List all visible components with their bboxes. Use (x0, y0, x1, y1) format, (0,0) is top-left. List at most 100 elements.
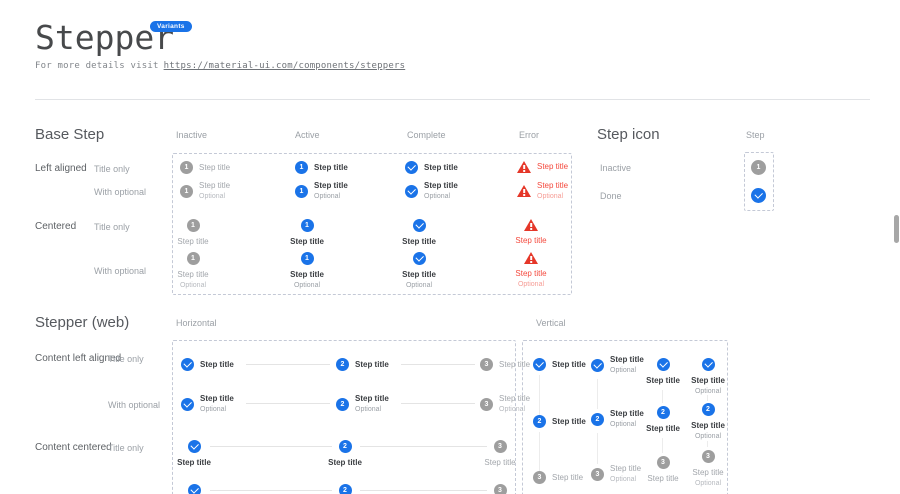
stepper-step-complete-centered: Step title (161, 440, 227, 468)
check-icon (657, 358, 670, 371)
optional-label: Optional (499, 406, 530, 414)
check-icon (591, 359, 604, 372)
step-number-icon: 3 (702, 450, 715, 463)
optional-label: Optional (200, 406, 234, 414)
column-header-inactive: Inactive (176, 130, 207, 140)
step-inactive-optional: 1 Step title Optional (180, 181, 230, 201)
row-label-left-aligned: Left aligned (35, 163, 87, 174)
step-title-label: Step title (177, 458, 211, 468)
row-label-content-centered: Content centered (35, 442, 112, 453)
step-title-label: Step title (537, 162, 568, 172)
stepper-step-active-centered-optional: 2 (312, 484, 378, 494)
step-inactive-centered-optional: 1 Step title Optional (160, 252, 226, 290)
step-title-label: Step title (552, 360, 586, 370)
column-header-horizontal: Horizontal (176, 318, 217, 328)
step-title-label: Step title (328, 458, 362, 468)
step-number-icon: 2 (339, 440, 352, 453)
stepper-step-inactive-optional: 3 Step title Optional (480, 394, 530, 414)
column-header-complete: Complete (407, 130, 446, 140)
step-number-icon: 3 (533, 471, 546, 484)
column-header-active: Active (295, 130, 320, 140)
step-number-icon: 1 (187, 219, 200, 232)
row-sublabel-with-optional: With optional (94, 187, 146, 197)
step-title-label: Step title (552, 417, 586, 427)
step-title-label: Step title (691, 421, 725, 431)
step-text: Step title Optional (290, 270, 324, 290)
optional-label: Optional (199, 193, 230, 201)
step-number-icon: 1 (295, 185, 308, 198)
warning-icon (524, 252, 538, 264)
scrollbar-thumb[interactable] (894, 215, 899, 243)
connector-line (246, 364, 330, 365)
variants-badge: Variants (150, 21, 192, 32)
step-number-icon: 1 (751, 160, 766, 175)
row-sublabel-with-optional: With optional (108, 400, 160, 410)
step-error-optional: Step title Optional (517, 181, 568, 201)
stepper-step-active-optional: 2 Step title Optional (336, 394, 389, 414)
step-complete: Step title (405, 161, 458, 174)
step-title-label: Step title (355, 394, 389, 404)
check-icon (405, 185, 418, 198)
subtitle: For more details visithttps://material-u… (35, 61, 405, 71)
check-icon (405, 161, 418, 174)
row-sublabel-title-only: Title only (94, 222, 130, 232)
step-title-label: Step title (402, 237, 436, 247)
optional-label: Optional (355, 406, 389, 414)
vstepper-step-complete: Step title (533, 358, 586, 371)
steppers-doc-link[interactable]: https://material-ui.com/components/stepp… (164, 61, 406, 71)
vstepper-step-active-centered-optional: 2 Step title Optional (675, 403, 741, 441)
step-text: Step title Optional (402, 270, 436, 290)
step-number-icon: 3 (494, 484, 507, 494)
vstepper-step-complete-centered-optional: Step title Optional (675, 358, 741, 396)
stepper-step-active: 2 Step title (336, 358, 389, 371)
step-title-label: Step title (552, 473, 583, 483)
step-inactive-centered: 1 Step title (160, 219, 226, 247)
step-number-icon: 2 (657, 406, 670, 419)
row-label-centered: Centered (35, 221, 76, 232)
step-title-label: Step title (484, 458, 515, 468)
step-number-icon: 2 (336, 358, 349, 371)
optional-label: Optional (518, 281, 544, 289)
step-title-label: Step title (537, 181, 568, 191)
step-title-label: Step title (200, 360, 234, 370)
optional-label: Optional (424, 193, 458, 201)
check-icon (413, 252, 426, 265)
step-text: Step title Optional (199, 181, 230, 201)
step-icon-heading: Step icon (597, 126, 660, 143)
warning-icon (517, 185, 531, 197)
row-label-inactive: Inactive (600, 163, 631, 173)
check-icon (181, 398, 194, 411)
step-error-centered-optional: Step title Optional (498, 252, 564, 289)
step-text: Step title Optional (355, 394, 389, 414)
step-title-label: Step title (515, 236, 546, 246)
step-number-icon: 1 (180, 161, 193, 174)
optional-label: Optional (695, 433, 721, 441)
step-complete-centered: Step title (386, 219, 452, 247)
step-error: Step title (517, 161, 568, 173)
base-step-heading: Base Step (35, 126, 104, 143)
step-title-label: Step title (177, 237, 208, 247)
step-text: Step title Optional (499, 394, 530, 414)
stepper-step-complete-optional: Step title Optional (181, 394, 234, 414)
step-title-label: Step title (424, 181, 458, 191)
step-number-icon: 1 (180, 185, 193, 198)
check-icon (188, 484, 201, 494)
step-text: Step title Optional (537, 181, 568, 201)
step-number-icon: 2 (702, 403, 715, 416)
step-active: 1 Step title (295, 161, 348, 174)
connector-line (662, 390, 663, 403)
check-icon (413, 219, 426, 232)
step-title-label: Step title (499, 360, 530, 370)
stepper-spec-page: Stepper Variants For more details visith… (0, 0, 900, 494)
stepper-step-complete: Step title (181, 358, 234, 371)
optional-label: Optional (406, 282, 432, 290)
check-icon (533, 358, 546, 371)
step-number-icon: 3 (480, 358, 493, 371)
stepper-step-inactive-centered-optional: 3 (467, 484, 533, 494)
row-sublabel-title-only: Title only (94, 164, 130, 174)
step-number-icon: 1 (301, 252, 314, 265)
connector-line (707, 395, 708, 401)
connector-line (401, 364, 475, 365)
step-number-icon: 2 (339, 484, 352, 494)
step-title-label: Step title (314, 163, 348, 173)
